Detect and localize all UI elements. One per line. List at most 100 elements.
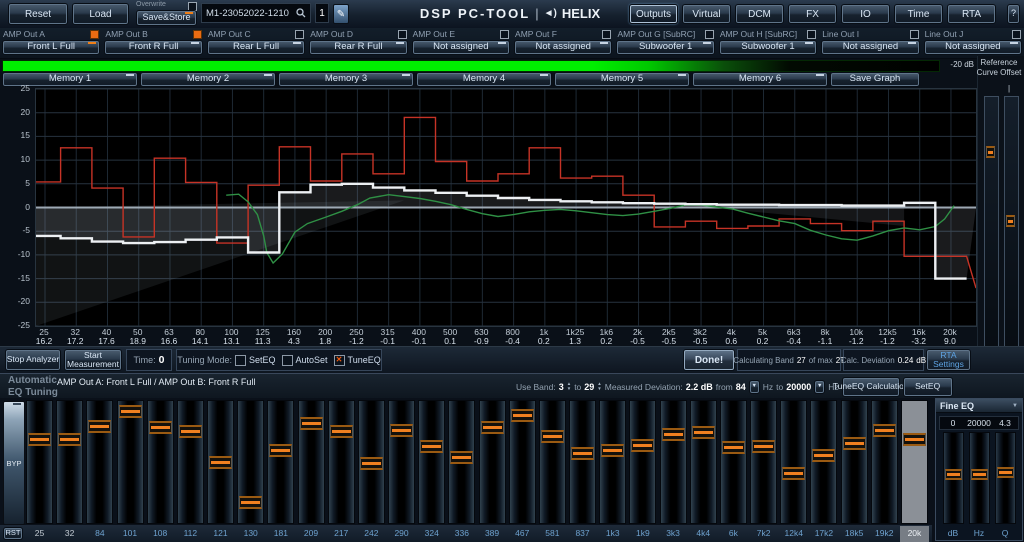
channel-assignment-button[interactable]: Not assigned: [412, 40, 510, 55]
reference-offset-handle[interactable]: [986, 146, 995, 158]
eq-band-slider-1k9[interactable]: [629, 400, 656, 524]
reference-curve-offset-slider[interactable]: [984, 96, 999, 358]
eq-bypass-button[interactable]: BYP: [3, 401, 25, 525]
stop-analyzer-button[interactable]: Stop Analyzer: [5, 349, 61, 371]
channel-assignment-button[interactable]: Rear R Full: [309, 40, 407, 55]
edit-note-icon[interactable]: ✎: [333, 4, 349, 24]
save-store-button[interactable]: Save&Store: [136, 10, 197, 26]
eq-band-handle[interactable]: [420, 440, 443, 453]
eq-band-handle[interactable]: [812, 449, 835, 462]
eq-band-handle[interactable]: [541, 430, 564, 443]
channel-assignment-button[interactable]: Subwoofer 1: [616, 40, 714, 55]
eq-band-slider-467[interactable]: [509, 400, 536, 524]
eq-band-handle[interactable]: [782, 467, 805, 480]
frequency-response-graph[interactable]: [35, 88, 977, 327]
memory-tab-4[interactable]: Memory 4: [416, 72, 552, 87]
freq-to-value[interactable]: 20000: [786, 382, 811, 392]
channel-checkbox[interactable]: [90, 30, 99, 39]
channel-checkbox[interactable]: [193, 30, 202, 39]
eq-band-slider-181[interactable]: [267, 400, 294, 524]
band-to-value[interactable]: 29: [584, 382, 594, 392]
eq-band-handle[interactable]: [843, 437, 866, 450]
fine-eq-slider-hz[interactable]: [969, 432, 990, 524]
channel-checkbox[interactable]: [705, 30, 714, 39]
eq-band-handle[interactable]: [28, 433, 51, 446]
nav-button-rta[interactable]: RTA: [947, 4, 996, 24]
load-button[interactable]: Load: [72, 3, 129, 25]
memory-tab-3[interactable]: Memory 3: [278, 72, 414, 87]
eq-band-handle[interactable]: [752, 440, 775, 453]
fine-eq-handle[interactable]: [997, 467, 1014, 478]
measurement-curve-offset-slider[interactable]: [1004, 96, 1019, 358]
channel-checkbox[interactable]: [1012, 30, 1021, 39]
channel-assignment-button[interactable]: Not assigned: [514, 40, 612, 55]
nav-button-dcm[interactable]: DCM: [735, 4, 784, 24]
eq-band-handle[interactable]: [481, 421, 504, 434]
channel-assignment-button[interactable]: Front R Full: [104, 40, 202, 55]
freq-to-dropdown[interactable]: ▼: [814, 380, 825, 394]
nav-button-virtual[interactable]: Virtual: [682, 4, 731, 24]
eq-band-handle[interactable]: [360, 457, 383, 470]
eq-band-slider-581[interactable]: [539, 400, 566, 524]
eq-band-slider-18k5[interactable]: [841, 400, 868, 524]
eq-band-slider-112[interactable]: [177, 400, 204, 524]
nav-button-outputs[interactable]: Outputs: [629, 4, 678, 24]
eq-band-handle[interactable]: [88, 420, 111, 433]
channel-checkbox[interactable]: [910, 30, 919, 39]
eq-band-handle[interactable]: [330, 425, 353, 438]
eq-band-handle[interactable]: [631, 439, 654, 452]
eq-band-handle[interactable]: [58, 433, 81, 446]
channel-checkbox[interactable]: [807, 30, 816, 39]
eq-band-slider-242[interactable]: [358, 400, 385, 524]
eq-band-slider-1k3[interactable]: [599, 400, 626, 524]
eq-band-slider-25[interactable]: [26, 400, 53, 524]
channel-checkbox[interactable]: [500, 30, 509, 39]
preset-number-field[interactable]: 1: [315, 3, 329, 23]
eq-band-handle[interactable]: [119, 405, 142, 418]
freq-from-value[interactable]: 84: [736, 382, 746, 392]
eq-band-slider-7k2[interactable]: [750, 400, 777, 524]
done-button[interactable]: Done!: [683, 349, 735, 371]
memory-tab-6[interactable]: Memory 6: [692, 72, 828, 87]
measurement-offset-handle[interactable]: [1006, 215, 1015, 227]
band-to-stepper[interactable]: ▲▼: [597, 382, 601, 392]
nav-button-time[interactable]: Time: [894, 4, 943, 24]
tuning-mode-seteq[interactable]: SetEQ: [235, 355, 276, 366]
rta-settings-button[interactable]: RTA Settings: [926, 349, 971, 371]
eq-band-handle[interactable]: [300, 417, 323, 430]
save-graph-button[interactable]: Save Graph: [830, 72, 920, 87]
nav-button-fx[interactable]: FX: [788, 4, 837, 24]
setup-filename-input[interactable]: M1-23052022-1210: [201, 3, 311, 23]
band-from-value[interactable]: 3: [559, 382, 564, 392]
set-eq-button[interactable]: SetEQ: [903, 377, 953, 397]
eq-band-handle[interactable]: [571, 447, 594, 460]
fine-eq-slider-q[interactable]: [995, 432, 1016, 524]
eq-band-slider-389[interactable]: [479, 400, 506, 524]
eq-band-slider-3k3[interactable]: [660, 400, 687, 524]
freq-from-dropdown[interactable]: ▼: [749, 380, 760, 394]
eq-band-handle[interactable]: [511, 409, 534, 422]
eq-band-handle[interactable]: [601, 444, 624, 457]
channel-assignment-button[interactable]: Not assigned: [924, 40, 1022, 55]
tune-eq-calculation-button[interactable]: TuneEQ Calculation: [842, 377, 900, 397]
channel-assignment-button[interactable]: Rear L Full: [207, 40, 305, 55]
start-measurement-button[interactable]: Start Measurement: [64, 349, 122, 371]
eq-band-slider-84[interactable]: [86, 400, 113, 524]
eq-band-handle[interactable]: [209, 456, 232, 469]
eq-band-slider-4k4[interactable]: [690, 400, 717, 524]
eq-band-slider-101[interactable]: [117, 400, 144, 524]
eq-band-slider-130[interactable]: [237, 400, 264, 524]
eq-reset-button[interactable]: RST: [3, 527, 23, 540]
nav-button-io[interactable]: IO: [841, 4, 890, 24]
tuning-mode-tuneeq[interactable]: ✕TuneEQ: [334, 355, 381, 366]
tuning-mode-checkbox[interactable]: [282, 355, 293, 366]
reset-button[interactable]: Reset: [8, 3, 68, 25]
channel-assignment-button[interactable]: Not assigned: [821, 40, 919, 55]
chevron-down-icon[interactable]: ▼: [1012, 403, 1018, 409]
eq-band-slider-17k2[interactable]: [810, 400, 837, 524]
eq-band-slider-108[interactable]: [147, 400, 174, 524]
eq-band-handle[interactable]: [903, 433, 926, 446]
memory-tab-5[interactable]: Memory 5: [554, 72, 690, 87]
eq-band-handle[interactable]: [149, 421, 172, 434]
eq-band-slider-19k2[interactable]: [871, 400, 898, 524]
